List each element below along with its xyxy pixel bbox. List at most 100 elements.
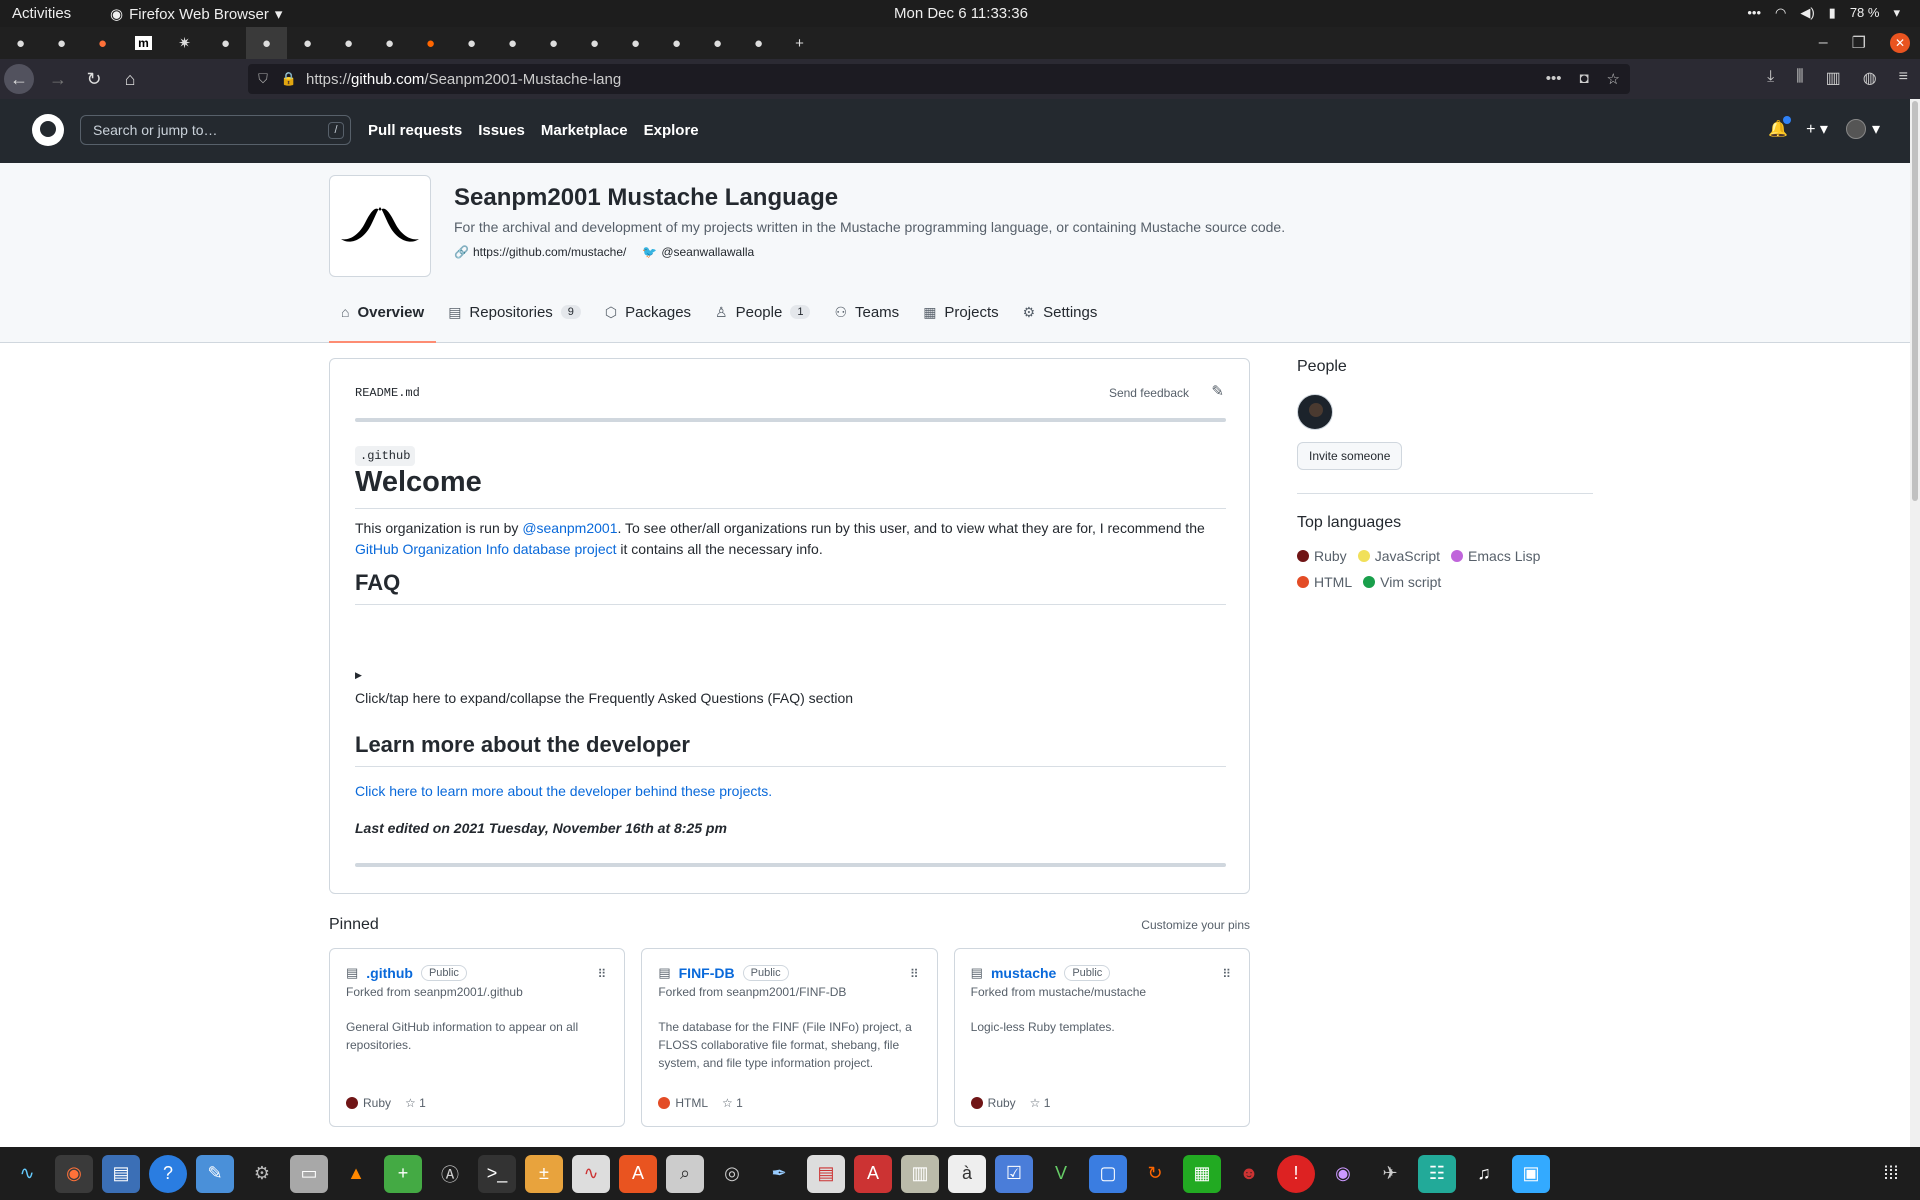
nav-pull-requests[interactable]: Pull requests: [368, 122, 462, 139]
user-menu[interactable]: ▾: [1845, 119, 1880, 139]
pocket-icon[interactable]: ◘: [1579, 70, 1588, 88]
send-feedback-link[interactable]: Send feedback: [1109, 386, 1189, 400]
app-menu[interactable]: ◉ Firefox Web Browser ▾: [110, 5, 282, 24]
firefox-icon[interactable]: ◉: [55, 1154, 93, 1193]
drag-handle-icon[interactable]: ⠿: [910, 967, 919, 981]
clock[interactable]: Mon Dec 6 11:33:36: [894, 5, 1028, 22]
reload-button[interactable]: ↻: [76, 63, 112, 95]
tab-github[interactable]: ●: [41, 27, 82, 59]
account-icon[interactable]: ◍: [1863, 68, 1877, 88]
tab-medium[interactable]: m: [123, 27, 164, 59]
drag-handle-icon[interactable]: ⠿: [598, 967, 607, 981]
inkscape-icon[interactable]: ✒: [760, 1155, 798, 1193]
close-button[interactable]: ✕: [1890, 33, 1910, 53]
photo-icon[interactable]: ▣: [1512, 1154, 1550, 1193]
new-tab-button[interactable]: +: [779, 27, 820, 59]
tab-github[interactable]: ●: [451, 27, 492, 59]
customize-pins-link[interactable]: Customize your pins: [1141, 918, 1250, 932]
tab-teams[interactable]: ⚇ Teams: [822, 281, 911, 343]
game-icon[interactable]: ☻: [1230, 1155, 1268, 1193]
tab-github[interactable]: ●: [615, 27, 656, 59]
software-icon[interactable]: Ⓐ: [431, 1155, 469, 1193]
repo-name-link[interactable]: FINF-DB: [679, 965, 735, 981]
developer-link[interactable]: Click here to learn more about the devel…: [355, 783, 772, 799]
tab-github[interactable]: ●: [697, 27, 738, 59]
nav-marketplace[interactable]: Marketplace: [541, 122, 628, 139]
library-icon[interactable]: ⫼: [1796, 68, 1803, 88]
tab-packages[interactable]: ⬡ Packages: [593, 281, 703, 343]
search-input[interactable]: Search or jump to… /: [80, 115, 351, 145]
url-bar[interactable]: ⛉ 🔒 https://github.com/Seanpm2001-Mustac…: [248, 64, 1630, 94]
url-text[interactable]: https://github.com/Seanpm2001-Mustache-l…: [306, 71, 621, 88]
alert-icon[interactable]: !: [1277, 1154, 1315, 1193]
stars-link[interactable]: ☆ 1: [405, 1096, 426, 1110]
character-map-icon[interactable]: à: [948, 1154, 986, 1193]
spreadsheet-icon[interactable]: ▦: [1183, 1154, 1221, 1193]
calendar-icon[interactable]: ☷: [1418, 1154, 1456, 1193]
nav-issues[interactable]: Issues: [478, 122, 525, 139]
home-button[interactable]: ⌂: [112, 63, 148, 95]
tab-github-active[interactable]: ●: [246, 27, 287, 59]
add-icon[interactable]: +: [384, 1154, 422, 1193]
system-monitor-icon[interactable]: ∿: [8, 1155, 46, 1193]
archive-icon[interactable]: ▥: [901, 1154, 939, 1193]
help-icon[interactable]: ?: [149, 1154, 187, 1193]
language-item[interactable]: Emacs Lisp: [1451, 548, 1540, 564]
org-website[interactable]: 🔗 https://github.com/mustache/: [454, 245, 626, 259]
tab-people[interactable]: ♙ People 1: [703, 281, 822, 343]
language-item[interactable]: Ruby: [1297, 548, 1347, 564]
minimize-button[interactable]: –: [1819, 34, 1828, 52]
disclosure-triangle-icon[interactable]: ▶: [355, 670, 362, 681]
scrollbar-thumb[interactable]: [1912, 101, 1918, 501]
activities-button[interactable]: Activities: [12, 5, 71, 22]
shield-icon[interactable]: ⛉: [252, 71, 274, 87]
user-mention-link[interactable]: @seanpm2001: [522, 520, 617, 536]
language-item[interactable]: HTML: [1297, 574, 1352, 590]
image-viewer-icon[interactable]: ⌕: [666, 1154, 704, 1193]
vlc-icon[interactable]: ▲: [337, 1155, 375, 1193]
tab-github[interactable]: ●: [287, 27, 328, 59]
tab-github[interactable]: ●: [369, 27, 410, 59]
org-twitter[interactable]: 🐦 @seanwallawalla: [642, 245, 754, 259]
menu-icon[interactable]: ≡: [1899, 68, 1908, 88]
edit-pencil-icon[interactable]: ✎: [1211, 382, 1224, 400]
text-editor-icon[interactable]: ✎: [196, 1154, 234, 1193]
page-scrollbar[interactable]: [1910, 99, 1920, 1147]
tab-firefox[interactable]: ●: [82, 27, 123, 59]
tab-settings[interactable]: ⚙ Settings: [1011, 281, 1110, 343]
tab-projects[interactable]: ▦ Projects: [911, 281, 1010, 343]
back-button[interactable]: ←: [4, 64, 34, 94]
tab-settings[interactable]: ✷: [164, 27, 205, 59]
terminal-icon[interactable]: >_: [478, 1154, 516, 1193]
screenshot-icon[interactable]: ◉: [1324, 1155, 1362, 1193]
org-info-db-link[interactable]: GitHub Organization Info database projec…: [355, 541, 617, 557]
stars-link[interactable]: ☆ 1: [1030, 1096, 1051, 1110]
tab-github[interactable]: ●: [0, 27, 41, 59]
document-viewer-icon[interactable]: ▤: [102, 1154, 140, 1193]
forward-button[interactable]: →: [40, 63, 76, 95]
font-viewer-icon[interactable]: A: [854, 1154, 892, 1193]
tab-other[interactable]: ●: [410, 27, 451, 59]
page-actions-icon[interactable]: •••: [1546, 70, 1562, 88]
chat-icon[interactable]: ▢: [1089, 1154, 1127, 1193]
tab-repositories[interactable]: ▤ Repositories 9: [436, 281, 593, 343]
download-icon[interactable]: ⤓: [1767, 68, 1774, 88]
settings-icon[interactable]: ⚙: [243, 1155, 281, 1193]
files-icon[interactable]: ▭: [290, 1154, 328, 1193]
language-item[interactable]: JavaScript: [1357, 548, 1440, 564]
vim-icon[interactable]: V: [1042, 1155, 1080, 1193]
lock-icon[interactable]: 🔒: [278, 71, 300, 87]
tab-github[interactable]: ●: [656, 27, 697, 59]
faq-summary[interactable]: Click/tap here to expand/collapse the Fr…: [355, 688, 1226, 709]
graph-icon[interactable]: ∿: [572, 1154, 610, 1193]
invite-someone-button[interactable]: Invite someone: [1297, 442, 1403, 470]
tools-icon[interactable]: ✈: [1371, 1155, 1409, 1193]
system-tray[interactable]: ••• ◠ ◀) ▮ 78 % ▾: [1747, 5, 1900, 21]
tab-github[interactable]: ●: [738, 27, 779, 59]
tab-github[interactable]: ●: [328, 27, 369, 59]
nav-explore[interactable]: Explore: [644, 122, 699, 139]
reader-icon[interactable]: ▤: [807, 1154, 845, 1193]
create-new-button[interactable]: + ▾: [1806, 119, 1828, 139]
star-icon[interactable]: ☆: [1607, 70, 1620, 88]
music-icon[interactable]: ♫: [1465, 1155, 1503, 1193]
